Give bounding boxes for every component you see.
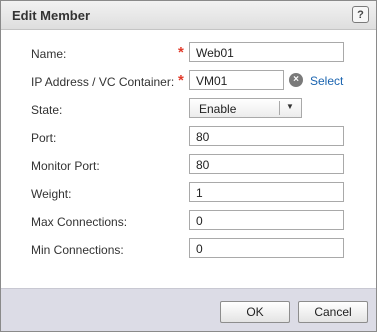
weight-row: Weight: 1 <box>1 182 376 206</box>
port-label: Port: <box>31 131 57 145</box>
ip-address-label: IP Address / VC Container: <box>31 75 175 89</box>
ip-address-input[interactable]: VM01 <box>189 70 284 90</box>
min-connections-row: Min Connections: 0 <box>1 238 376 262</box>
ip-address-row: IP Address / VC Container: * VM01 × Sele… <box>1 70 376 94</box>
max-connections-row: Max Connections: 0 <box>1 210 376 234</box>
dialog-title: Edit Member <box>12 8 91 23</box>
select-link[interactable]: Select <box>310 74 343 88</box>
state-row: State: Enable ▼ <box>1 98 376 122</box>
state-label: State: <box>31 103 63 117</box>
monitor-port-input[interactable]: 80 <box>189 154 344 174</box>
edit-member-dialog: Edit Member ? Name: * Web01 IP Address /… <box>0 0 377 332</box>
ok-button[interactable]: OK <box>220 301 290 323</box>
state-selected-value: Enable <box>199 102 237 116</box>
monitor-port-row: Monitor Port: 80 <box>1 154 376 178</box>
max-connections-label: Max Connections: <box>31 215 128 229</box>
monitor-port-label: Monitor Port: <box>31 159 100 173</box>
help-icon[interactable]: ? <box>352 6 369 23</box>
max-connections-input[interactable]: 0 <box>189 210 344 230</box>
name-row: Name: * Web01 <box>1 42 376 66</box>
dropdown-divider <box>279 101 280 115</box>
cancel-button[interactable]: Cancel <box>298 301 368 323</box>
dialog-footer: OK Cancel <box>1 288 376 331</box>
port-row: Port: 80 <box>1 126 376 150</box>
name-label: Name: <box>31 47 67 61</box>
name-input[interactable]: Web01 <box>189 42 344 62</box>
min-connections-input[interactable]: 0 <box>189 238 344 258</box>
min-connections-label: Min Connections: <box>31 243 124 257</box>
ip-address-required-mark: * <box>178 72 184 89</box>
dialog-body: Name: * Web01 IP Address / VC Container:… <box>1 30 376 287</box>
clear-icon[interactable]: × <box>289 73 303 87</box>
port-input[interactable]: 80 <box>189 126 344 146</box>
weight-label: Weight: <box>31 187 72 201</box>
name-required-mark: * <box>178 44 184 61</box>
dialog-titlebar: Edit Member ? <box>1 1 376 30</box>
weight-input[interactable]: 1 <box>189 182 344 202</box>
state-dropdown[interactable]: Enable ▼ <box>189 98 302 118</box>
chevron-down-icon: ▼ <box>286 102 294 111</box>
